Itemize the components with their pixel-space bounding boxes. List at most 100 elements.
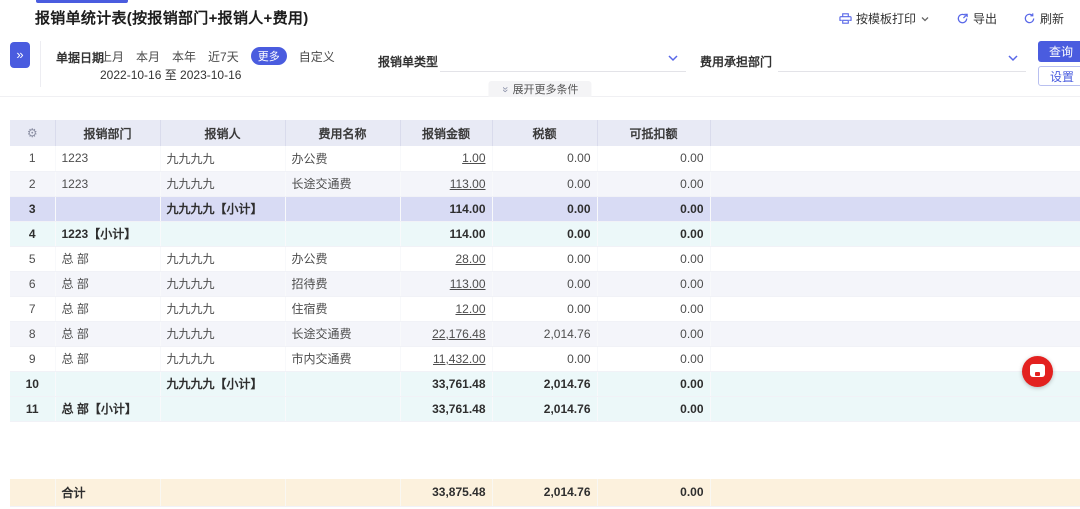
- date-option-this-year[interactable]: 本年: [172, 48, 196, 65]
- cell-amount[interactable]: 1.00: [400, 146, 493, 172]
- column-header-amount[interactable]: 报销金额: [400, 120, 493, 146]
- settings-button[interactable]: 设置: [1038, 66, 1080, 86]
- refresh-button[interactable]: 刷新: [1023, 10, 1064, 27]
- cell-amount[interactable]: 22,176.48: [400, 321, 493, 347]
- refresh-label: 刷新: [1039, 12, 1064, 26]
- amount-link[interactable]: 12.00: [455, 302, 485, 316]
- cell-amount: 33,761.48: [400, 371, 493, 397]
- chevron-down-icon[interactable]: [666, 51, 680, 65]
- total-label: 合计: [55, 479, 161, 507]
- amount-link[interactable]: 11,432.00: [433, 352, 486, 366]
- cell-filler: [710, 246, 1080, 272]
- floating-help-button[interactable]: [1022, 356, 1053, 387]
- cell-expense: 长途交通费: [285, 321, 401, 347]
- cell-deductible: 0.00: [597, 171, 711, 197]
- date-option-this-month[interactable]: 本月: [136, 48, 160, 65]
- table-row[interactable]: 7总 部九九九九 住宿费 12.00 0.00 0.00: [10, 296, 1080, 322]
- print-label: 按模板打印: [855, 12, 916, 26]
- page-title: 报销单统计表(按报销部门+报销人+费用): [35, 10, 309, 27]
- filter-panel: » 单据日期 上月 本月 本年 近7天 更多 自定义 2022-10-16 至 …: [0, 33, 1080, 97]
- table-row[interactable]: 9总 部九九九九 市内交通费 11,432.00 0.00 0.00: [10, 346, 1080, 372]
- cell-person: 九九九九: [160, 271, 286, 297]
- table-row[interactable]: 2 1223 九九九九 长途交通费 113.00 0.00 0.00: [10, 171, 1080, 197]
- cost-dept-select[interactable]: [778, 71, 1026, 72]
- cell-amount[interactable]: 113.00: [400, 271, 493, 297]
- cell-dept: 1223【小计】: [55, 221, 161, 247]
- column-header-deductible[interactable]: 可抵扣额: [597, 120, 711, 146]
- table-row[interactable]: 1 1223 九九九九 办公费 1.00 0.00 0.00: [10, 146, 1080, 172]
- cell-deductible: 0.00: [597, 371, 711, 397]
- report-table: ⚙ 报销部门 报销人 费用名称 报销金额 税额 可抵扣额 1 1223 九九九九 办公…: [10, 120, 1080, 422]
- gear-icon: ⚙: [26, 126, 38, 140]
- cell-dept: 总 部: [55, 321, 161, 347]
- amount-link[interactable]: 113.00: [450, 177, 486, 191]
- column-header-tax[interactable]: 税额: [492, 120, 598, 146]
- table-row[interactable]: 10 九九九九【小计】 33,761.48 2,014.76 0.00: [10, 371, 1080, 397]
- table-row[interactable]: 4 1223【小计】 114.00 0.00 0.00: [10, 221, 1080, 247]
- cell: [160, 479, 286, 507]
- chevron-down-icon[interactable]: [920, 14, 930, 24]
- cell-dept: 总 部: [55, 271, 161, 297]
- query-button[interactable]: 查询: [1038, 41, 1080, 62]
- cell-tax: 2,014.76: [492, 396, 598, 422]
- cell-expense: [285, 396, 401, 422]
- cell-tax: 0.00: [492, 246, 598, 272]
- cell-person: 九九九九: [160, 296, 286, 322]
- collapse-panel-button[interactable]: »: [10, 42, 30, 68]
- date-option-last-month[interactable]: 上月: [100, 48, 124, 65]
- cell-expense: 市内交通费: [285, 346, 401, 372]
- expand-more-conditions-button[interactable]: » 展开更多条件: [488, 81, 592, 97]
- date-option-more-pill[interactable]: 更多: [250, 47, 287, 65]
- cell-dept: 1223: [55, 171, 161, 197]
- export-button[interactable]: 导出: [956, 10, 997, 27]
- chevron-down-icon[interactable]: [1006, 51, 1020, 65]
- print-by-template-button[interactable]: 按模板打印: [839, 10, 930, 27]
- table-row[interactable]: 8总 部九九九九 长途交通费 22,176.48 2,014.76 0.00: [10, 321, 1080, 347]
- page: 报销单统计表(按报销部门+报销人+费用) 按模板打印 导出 刷新 » 单据日期 …: [0, 0, 1080, 509]
- column-settings-header[interactable]: ⚙: [10, 120, 56, 146]
- expand-more-label: 展开更多条件: [512, 84, 579, 96]
- total-row-number-cell: [10, 479, 56, 507]
- cell-expense: 招待费: [285, 271, 401, 297]
- table-row[interactable]: 3 九九九九【小计】 114.00 0.00 0.00: [10, 196, 1080, 222]
- table-row[interactable]: 11 总 部【小计】 33,761.48 2,014.76 0.00: [10, 396, 1080, 422]
- cell-dept: 总 部: [55, 346, 161, 372]
- date-quick-options: 上月 本月 本年 近7天 更多 自定义: [100, 47, 335, 65]
- cell-amount[interactable]: 28.00: [400, 246, 493, 272]
- amount-link[interactable]: 28.00: [455, 252, 485, 266]
- table-row[interactable]: 5总 部九九九九 办公费 28.00 0.00 0.00: [10, 246, 1080, 272]
- amount-link[interactable]: 113.00: [450, 277, 486, 291]
- date-option-last-7-days[interactable]: 近7天: [208, 48, 239, 65]
- toolbar: 按模板打印 导出 刷新: [839, 10, 1064, 27]
- column-header-dept[interactable]: 报销部门: [55, 120, 161, 146]
- date-range-value[interactable]: 2022-10-16 至 2023-10-16: [100, 66, 241, 83]
- table-body: 1 1223 九九九九 办公费 1.00 0.00 0.00 2 1223 九九九九 长途交通费 11…: [10, 146, 1080, 422]
- row-number: 7: [10, 296, 56, 322]
- cell-amount[interactable]: 11,432.00: [400, 346, 493, 372]
- row-number: 5: [10, 246, 56, 272]
- column-header-person[interactable]: 报销人: [160, 120, 286, 146]
- row-number: 4: [10, 221, 56, 247]
- cell-person: 九九九九: [160, 321, 286, 347]
- cell-filler: [710, 171, 1080, 197]
- cell-filler: [710, 296, 1080, 322]
- expense-type-select[interactable]: [440, 71, 686, 72]
- amount-link[interactable]: 22,176.48: [432, 327, 485, 341]
- cell-filler: [710, 321, 1080, 347]
- cell-expense: 办公费: [285, 246, 401, 272]
- cell-person: [160, 396, 286, 422]
- date-filter-label: 单据日期: [56, 51, 105, 65]
- export-label: 导出: [972, 12, 997, 26]
- total-row: 合计 33,875.48 2,014.76 0.00: [10, 479, 1080, 507]
- cell-amount[interactable]: 12.00: [400, 296, 493, 322]
- date-option-custom[interactable]: 自定义: [299, 48, 335, 65]
- cell-tax: 0.00: [492, 171, 598, 197]
- cell-expense: 住宿费: [285, 296, 401, 322]
- cell-amount[interactable]: 113.00: [400, 171, 493, 197]
- title-bar: 报销单统计表(按报销部门+报销人+费用) 按模板打印 导出 刷新: [0, 0, 1080, 33]
- column-header-expense[interactable]: 费用名称: [285, 120, 401, 146]
- amount-link[interactable]: 1.00: [462, 151, 485, 165]
- cell-expense: 长途交通费: [285, 171, 401, 197]
- cell-deductible: 0.00: [597, 296, 711, 322]
- table-row[interactable]: 6总 部九九九九 招待费 113.00 0.00 0.00: [10, 271, 1080, 297]
